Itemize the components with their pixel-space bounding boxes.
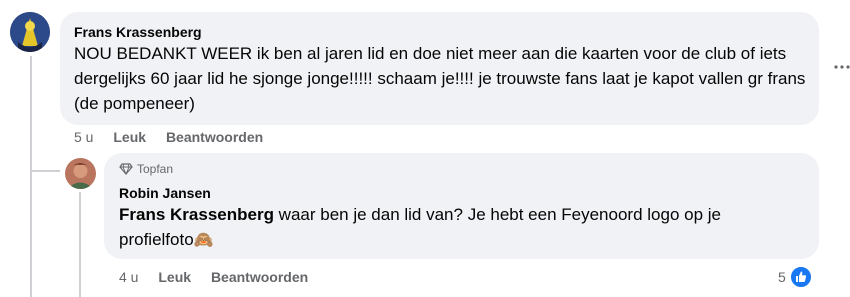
comment-author[interactable]: Robin Jansen: [119, 184, 211, 202]
comment-actions: 4 u Leuk Beantwoorden: [119, 268, 308, 286]
avatar[interactable]: [10, 12, 50, 52]
mention-link[interactable]: Frans Krassenberg: [119, 205, 274, 224]
avatar[interactable]: [65, 158, 96, 189]
reply-button[interactable]: Beantwoorden: [166, 128, 263, 146]
comment-timestamp[interactable]: 4 u: [119, 268, 138, 286]
topfan-badge: Topfan: [119, 161, 173, 177]
reaction-count: 5: [778, 269, 786, 285]
comment-author[interactable]: Frans Krassenberg: [74, 23, 202, 41]
monkey-emoji: 🙈: [193, 232, 214, 249]
thread-line-branch: [30, 170, 60, 172]
comment-bubble: Frans Krassenberg NOU BEDANKT WEER ik be…: [60, 12, 819, 125]
like-button[interactable]: Leuk: [158, 268, 191, 286]
comment-text: NOU BEDANKT WEER ik ben al jaren lid en …: [74, 44, 806, 113]
comment-text: Frans Krassenberg waar ben je dan lid va…: [119, 202, 799, 253]
reply-button[interactable]: Beantwoorden: [211, 268, 308, 286]
comment-actions: 5 u Leuk Beantwoorden: [74, 128, 263, 146]
reaction-summary[interactable]: 5: [778, 266, 812, 288]
reply-bubble: Topfan Robin Jansen Frans Krassenberg wa…: [104, 153, 819, 259]
thread-line-reply: [79, 192, 81, 297]
diamond-icon: [119, 162, 133, 176]
comment-timestamp[interactable]: 5 u: [74, 128, 93, 146]
more-options-icon[interactable]: [832, 60, 850, 74]
like-button[interactable]: Leuk: [113, 128, 146, 146]
topfan-label: Topfan: [137, 162, 174, 176]
thread-line-main: [30, 56, 32, 297]
thumbs-up-icon: [789, 266, 812, 288]
